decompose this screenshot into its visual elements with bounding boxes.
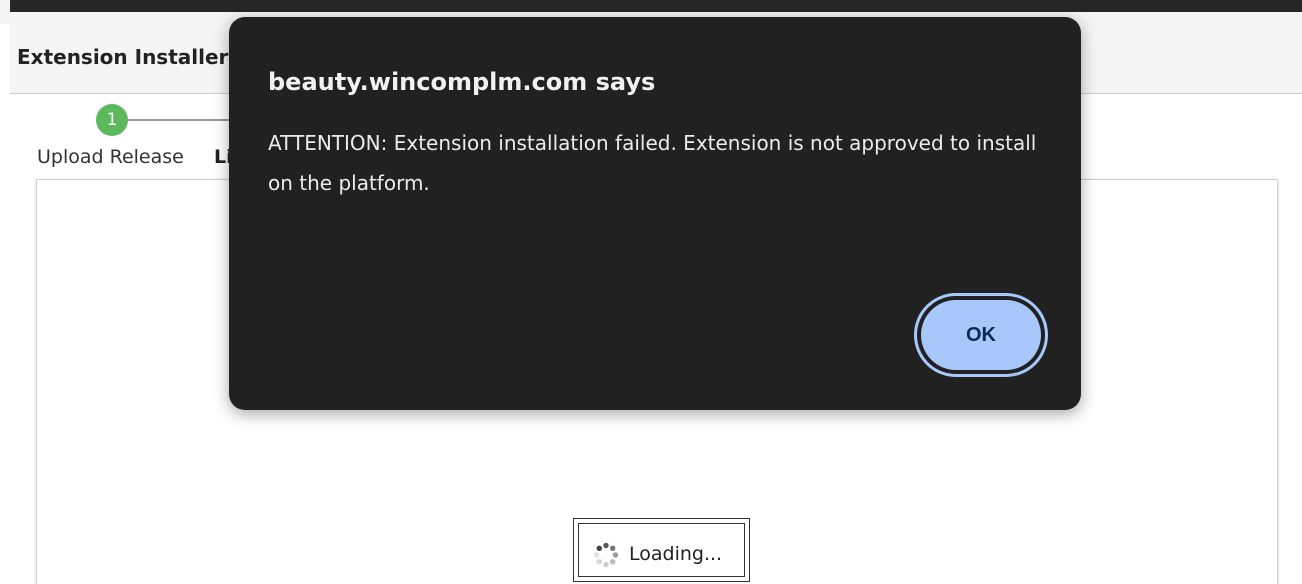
dialog-title: beauty.wincomplm.com says: [268, 68, 656, 96]
step-connector: [128, 119, 238, 121]
loading-spinner-icon: [593, 542, 619, 568]
step-label-upload-release[interactable]: Upload Release: [37, 146, 184, 168]
dialog-message: ATTENTION: Extension installation failed…: [268, 131, 1037, 195]
loading-inner-frame: Loading...: [578, 523, 745, 577]
step-1-icon[interactable]: 1: [96, 104, 128, 136]
ok-button-label: OK: [921, 300, 1041, 370]
page-title: Extension Installer: [17, 45, 229, 69]
screen: Extension Installer 1 Upload Release Li …: [0, 0, 1302, 584]
top-dark-strip: [10, 0, 1302, 12]
loading-text: Loading...: [629, 543, 723, 565]
ok-button[interactable]: OK: [914, 293, 1048, 377]
loading-indicator: Loading...: [573, 518, 750, 582]
alert-dialog: beauty.wincomplm.com says ATTENTION: Ext…: [229, 17, 1081, 410]
